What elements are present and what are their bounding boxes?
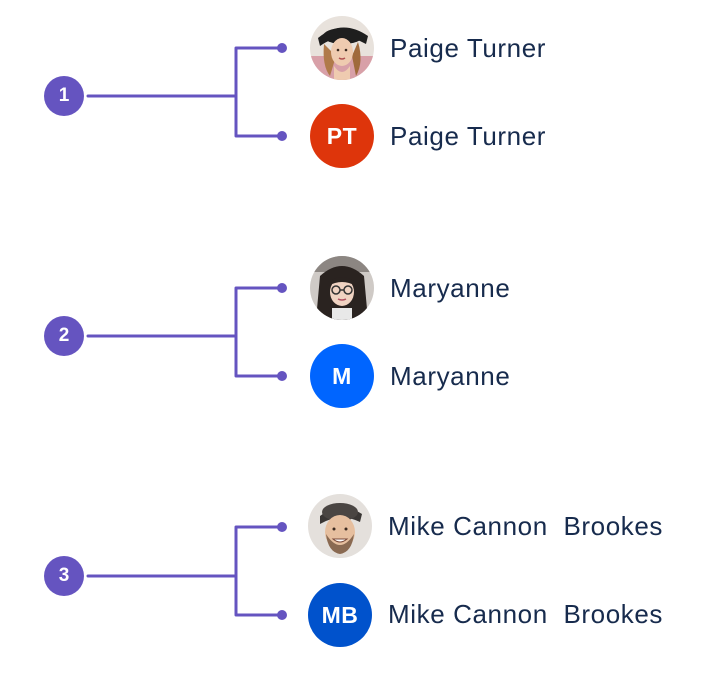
person-name: Maryanne	[390, 361, 511, 391]
avatar-initials-mb: MB	[308, 583, 372, 647]
connector-dot	[277, 131, 287, 141]
woman-with-glasses-photo-avatar-icon	[310, 256, 374, 320]
person-name: Paige Turner	[390, 121, 547, 151]
step-badge-2: 2	[44, 316, 84, 356]
connector-group-3	[86, 525, 284, 617]
man-with-cap-photo-avatar-icon	[308, 494, 372, 558]
person-name: Mike Cannon Brookes	[388, 599, 664, 629]
avatar-photo-mike-cannon-brookes	[308, 494, 372, 558]
connector-dot	[277, 522, 287, 532]
person-name: Maryanne	[390, 273, 511, 303]
avatar-initials-m: M	[310, 344, 374, 408]
connector-group-2	[86, 286, 284, 378]
person-name: Paige Turner	[390, 33, 547, 63]
step-badge-1: 1	[44, 76, 84, 116]
step-badge-3: 3	[44, 556, 84, 596]
connector-dot	[277, 43, 287, 53]
connector-dot	[277, 371, 287, 381]
avatar-photo-paige-turner	[310, 16, 374, 80]
connector-group-1	[86, 46, 284, 138]
connector-dot	[277, 610, 287, 620]
person-name: Mike Cannon Brookes	[388, 511, 664, 541]
woman-with-hat-photo-avatar-icon	[310, 16, 374, 80]
connector-dot	[277, 283, 287, 293]
avatar-initials-pt: PT	[310, 104, 374, 168]
avatar-photo-maryanne	[310, 256, 374, 320]
connector-lines	[86, 43, 287, 620]
